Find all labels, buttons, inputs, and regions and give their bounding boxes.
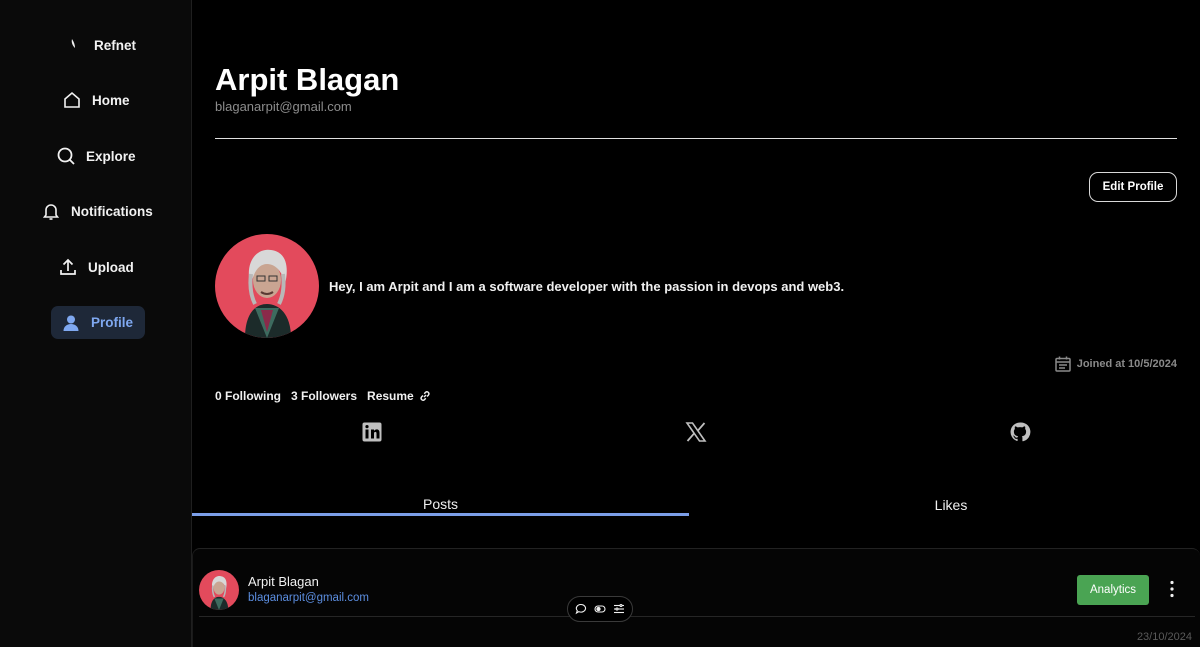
post-author-email[interactable]: blaganarpit@gmail.com (248, 592, 369, 604)
toggle-icon[interactable] (594, 603, 606, 615)
sidebar-item-home[interactable]: Home (62, 90, 130, 110)
tab-posts[interactable]: Posts (192, 490, 689, 516)
sidebar-item-label: Profile (91, 315, 134, 330)
analytics-button[interactable]: Analytics (1077, 575, 1149, 605)
list-settings-icon[interactable] (613, 603, 625, 615)
sidebar-item-notifications[interactable]: Notifications (41, 201, 153, 221)
resume-label: Resume (367, 389, 414, 403)
edit-profile-button[interactable]: Edit Profile (1089, 172, 1177, 202)
avatar-image (215, 234, 319, 338)
sidebar-item-label: Upload (88, 259, 134, 275)
followers-count[interactable]: 3 Followers (291, 389, 357, 403)
sidebar-item-label: Notifications (71, 203, 153, 219)
joined-date: Joined at 10/5/2024 (1054, 355, 1177, 373)
refnet-logo-icon (71, 39, 75, 48)
following-count[interactable]: 0 Following (215, 389, 281, 403)
post-author-name[interactable]: Arpit Blagan (248, 574, 319, 589)
home-icon (64, 91, 80, 108)
floating-toolbar (567, 596, 633, 622)
profile-stats: 0 Following 3 Followers Resume (215, 389, 432, 403)
post-divider (199, 616, 1195, 617)
x-icon[interactable] (685, 421, 707, 443)
sidebar-item-upload[interactable]: Upload (58, 257, 134, 277)
brand-logo[interactable]: Refnet (64, 35, 136, 55)
sidebar: Refnet Home Explore Notifications Upload… (0, 0, 192, 647)
profile-bio: Hey, I am Arpit and I am a software deve… (329, 279, 845, 294)
profile-avatar[interactable] (215, 234, 319, 338)
sidebar-item-label: Home (92, 92, 130, 108)
github-icon[interactable] (1009, 421, 1031, 443)
linkedin-icon[interactable] (361, 421, 383, 443)
tab-likes[interactable]: Likes (702, 490, 1200, 516)
joined-text: Joined at 10/5/2024 (1076, 358, 1177, 370)
post-date: 23/10/2024 (1136, 631, 1192, 643)
profile-name: Arpit Blagan (215, 62, 400, 97)
profile-tabs: Posts Likes (192, 490, 1200, 516)
header-divider (215, 138, 1177, 139)
sidebar-item-explore[interactable]: Explore (56, 146, 136, 166)
comment-icon[interactable] (575, 603, 587, 615)
resume-link[interactable]: Resume (367, 389, 432, 403)
link-icon (420, 391, 430, 401)
avatar-image (199, 570, 239, 610)
brand-name: Refnet (94, 37, 137, 53)
post-author-avatar[interactable] (199, 570, 239, 610)
profile-email: blaganarpit@gmail.com (215, 99, 352, 114)
bell-icon (42, 204, 60, 220)
upload-icon (60, 258, 76, 275)
sidebar-item-label: Explore (86, 148, 136, 164)
more-options-icon[interactable] (1163, 579, 1181, 599)
post-card: Arpit Blagan blaganarpit@gmail.com Analy… (192, 548, 1200, 647)
profile-main: Arpit Blagan blaganarpit@gmail.com Edit … (192, 0, 1200, 647)
user-icon (63, 315, 79, 331)
calendar-icon (1054, 356, 1071, 372)
sidebar-item-profile[interactable]: Profile (51, 306, 146, 339)
search-icon (57, 147, 75, 165)
